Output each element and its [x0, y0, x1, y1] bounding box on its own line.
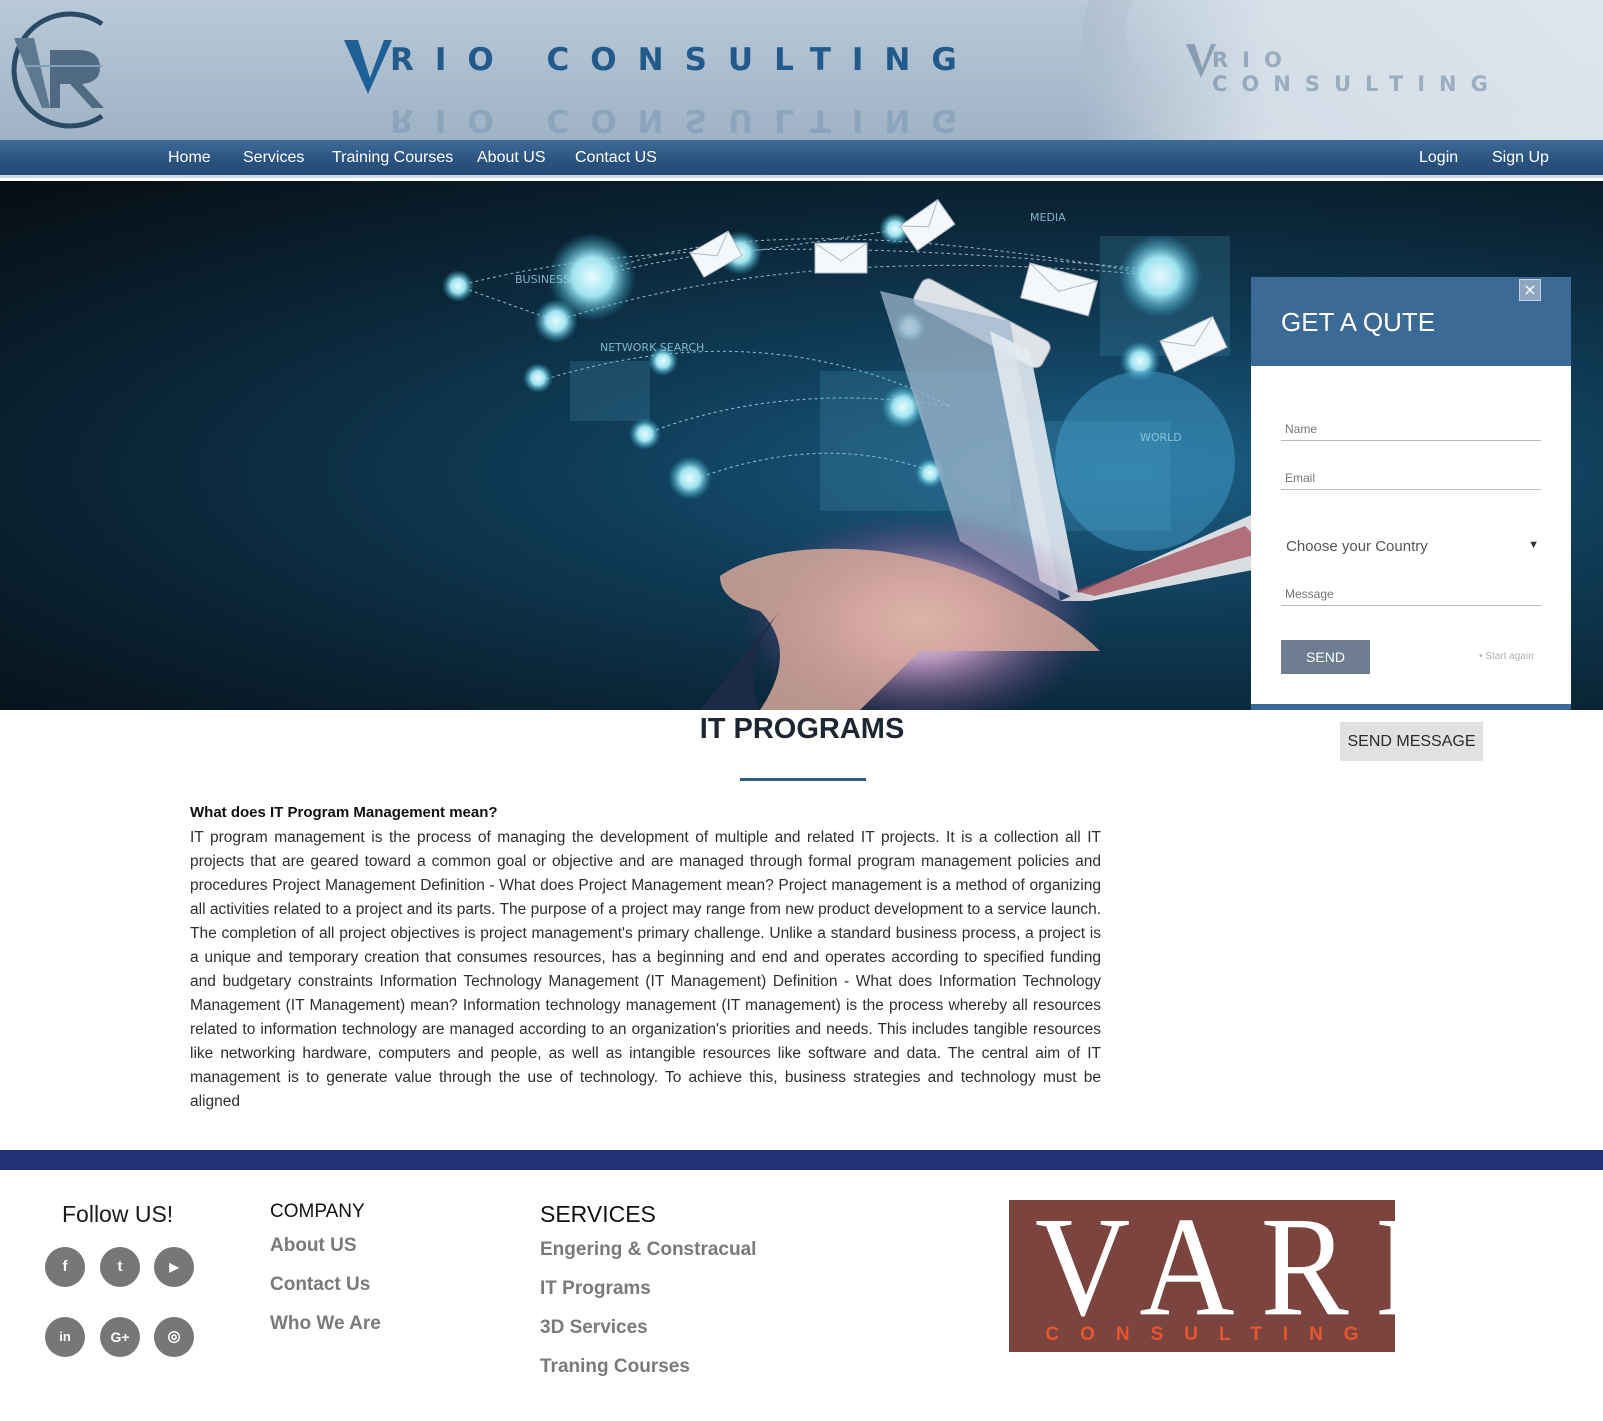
get-quote-panel: GET A QUTE × Choose your Country ▼ SEND …	[1251, 277, 1571, 710]
footer-link-engineering[interactable]: Engering & Constracual	[540, 1239, 756, 1261]
footer-link-contact-us[interactable]: Contact Us	[270, 1274, 370, 1296]
close-icon[interactable]: ×	[1519, 279, 1541, 301]
brand-title: RIO CONSULTING	[390, 42, 978, 78]
quote-title: GET A QUTE	[1281, 307, 1436, 337]
linkedin-icon[interactable]: in	[45, 1317, 85, 1357]
chevron-down-icon: ▼	[1528, 539, 1539, 551]
send-message-button[interactable]: SEND MESSAGE	[1340, 722, 1483, 761]
footer-link-it-programs[interactable]: IT Programs	[540, 1278, 651, 1300]
svg-text:BUSINESS: BUSINESS	[515, 273, 570, 286]
svg-text:NETWORK SEARCH: NETWORK SEARCH	[600, 341, 704, 354]
svg-text:MEDIA: MEDIA	[1030, 211, 1066, 224]
title-divider	[740, 778, 866, 781]
nav-sign-up[interactable]: Sign Up	[1492, 149, 1549, 167]
vario-logo-subtitle: CONSULTING	[1045, 1324, 1380, 1345]
footer-link-who-we-are[interactable]: Who We Are	[270, 1313, 381, 1335]
email-field[interactable]	[1281, 466, 1541, 490]
nav-training-courses[interactable]: Training Courses	[332, 149, 453, 167]
google-plus-icon[interactable]: G+	[100, 1317, 140, 1357]
nav-services[interactable]: Services	[243, 149, 304, 167]
nav-login[interactable]: Login	[1419, 149, 1458, 167]
follow-us-heading: Follow US!	[62, 1201, 174, 1227]
svg-text:WORLD: WORLD	[1140, 431, 1182, 444]
name-field[interactable]	[1281, 417, 1541, 441]
footer-link-about-us[interactable]: About US	[270, 1235, 357, 1257]
page-title: IT PROGRAMS	[699, 713, 905, 745]
brand-title-reflection: RIO CONSULTING	[390, 102, 978, 138]
country-select-value: Choose your Country	[1286, 538, 1428, 555]
footer-link-3d-services[interactable]: 3D Services	[540, 1317, 648, 1339]
site-logo-icon[interactable]	[4, 10, 108, 130]
quote-header: GET A QUTE ×	[1251, 277, 1571, 366]
facebook-icon[interactable]: f	[45, 1247, 85, 1287]
vario-logo-title: VARIO	[1035, 1186, 1566, 1346]
youtube-icon[interactable]: ▶	[154, 1247, 194, 1287]
main-nav: Home Services Training Courses About US …	[0, 140, 1603, 178]
services-heading: SERVICES	[540, 1201, 656, 1227]
nav-home[interactable]: Home	[168, 149, 211, 167]
page: RIO CONSULTING RIO CONSULTING RIO CONSUL…	[0, 0, 1603, 1421]
company-heading: COMPANY	[270, 1201, 365, 1222]
article-question: What does IT Program Management mean?	[190, 804, 498, 821]
nav-contact-us[interactable]: Contact US	[575, 149, 657, 167]
instagram-icon[interactable]: ◎	[154, 1317, 194, 1357]
vario-consulting-logo[interactable]: VARIO CONSULTING	[1009, 1186, 1566, 1352]
footer-link-training-courses[interactable]: Traning Courses	[540, 1356, 690, 1378]
country-select[interactable]: Choose your Country ▼	[1281, 530, 1541, 564]
twitter-icon[interactable]: t	[100, 1247, 140, 1287]
start-again-link[interactable]: • Start again	[1479, 651, 1534, 662]
ghost-brand-title: RIO CONSULTING	[1212, 48, 1502, 96]
footer-bar	[0, 1150, 1603, 1170]
header-banner: RIO CONSULTING RIO CONSULTING RIO CONSUL…	[0, 0, 1603, 140]
nav-about-us[interactable]: About US	[477, 149, 545, 167]
send-button[interactable]: SEND	[1281, 640, 1370, 674]
article-body: IT program management is the process of …	[190, 829, 1101, 1110]
message-field[interactable]	[1281, 582, 1541, 606]
